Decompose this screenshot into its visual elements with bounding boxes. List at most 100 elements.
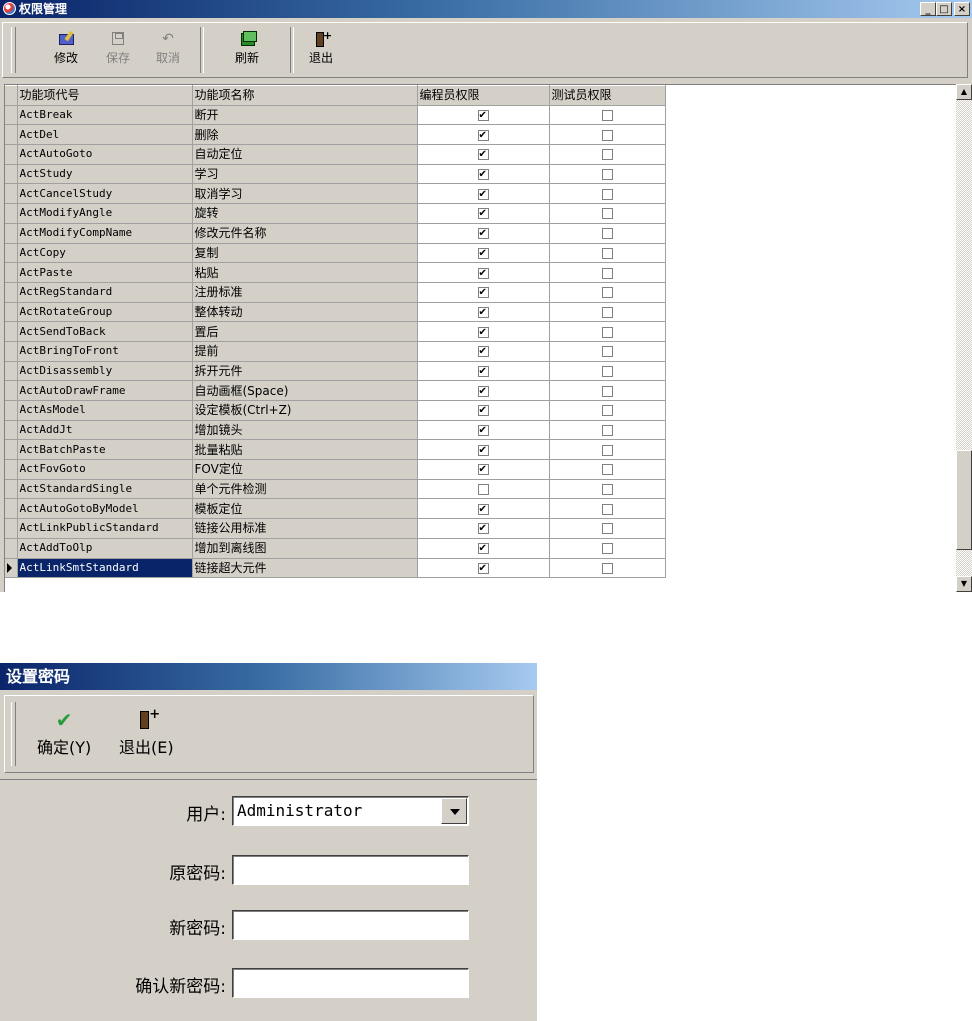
tester-permission-checkbox[interactable]: [601, 405, 613, 417]
tester-permission-checkbox[interactable]: [601, 228, 613, 240]
cell-tester-permission[interactable]: [549, 105, 666, 126]
tester-permission-checkbox[interactable]: [601, 287, 613, 299]
refresh-button[interactable]: 刷新: [222, 31, 272, 66]
programmer-permission-checkbox[interactable]: [477, 245, 489, 262]
scroll-thumb[interactable]: [956, 449, 972, 550]
new-password-field[interactable]: [232, 910, 469, 940]
cell-programmer-permission[interactable]: [417, 183, 550, 205]
cell-name[interactable]: 粘贴: [192, 262, 418, 283]
cancel-button[interactable]: ↶ 取消: [143, 31, 193, 66]
cell-programmer-permission[interactable]: [417, 479, 550, 500]
cell-code[interactable]: ActModifyAngle: [17, 203, 193, 224]
cell-code[interactable]: ActSendToBack: [17, 321, 193, 342]
user-select[interactable]: Administrator: [232, 796, 469, 826]
cell-name[interactable]: 断开: [192, 105, 418, 126]
table-row[interactable]: ActStudy 学习: [5, 164, 666, 185]
cell-code[interactable]: ActBringToFront: [17, 341, 193, 362]
cell-code[interactable]: ActAddJt: [17, 420, 193, 441]
programmer-permission-checkbox[interactable]: [477, 324, 489, 340]
cell-tester-permission[interactable]: [549, 164, 666, 185]
cell-programmer-permission[interactable]: [417, 105, 550, 126]
cell-code[interactable]: ActAutoGotoByModel: [17, 498, 193, 520]
cell-name[interactable]: 取消学习: [192, 183, 418, 205]
tester-permission-checkbox[interactable]: [601, 326, 613, 338]
cell-name[interactable]: 模板定位: [192, 498, 418, 520]
cell-programmer-permission[interactable]: [417, 400, 550, 421]
old-password-field[interactable]: [232, 855, 469, 885]
cell-programmer-permission[interactable]: [417, 164, 550, 185]
cell-name[interactable]: FOV定位: [192, 459, 418, 480]
cell-programmer-permission[interactable]: [417, 302, 550, 323]
tester-permission-checkbox[interactable]: [601, 464, 613, 476]
vertical-scrollbar[interactable]: ▲ ▼: [956, 84, 972, 592]
tester-permission-checkbox[interactable]: [601, 523, 613, 535]
tester-permission-checkbox[interactable]: [601, 484, 613, 496]
cell-tester-permission[interactable]: [549, 538, 666, 559]
cell-code[interactable]: ActAutoDrawFrame: [17, 380, 193, 401]
tester-permission-checkbox[interactable]: [601, 444, 613, 456]
exit-button[interactable]: 退出(E): [119, 707, 174, 758]
cell-code[interactable]: ActModifyCompName: [17, 223, 193, 244]
table-row[interactable]: ActAutoGoto 自动定位: [5, 144, 666, 165]
cell-code[interactable]: ActDel: [17, 124, 193, 146]
programmer-permission-checkbox[interactable]: [477, 127, 489, 144]
cell-tester-permission[interactable]: [549, 558, 666, 579]
chevron-down-icon[interactable]: [441, 798, 467, 824]
tester-permission-checkbox[interactable]: [601, 110, 613, 122]
save-button[interactable]: 保存: [93, 31, 143, 66]
programmer-permission-checkbox[interactable]: [477, 540, 489, 557]
tester-permission-checkbox[interactable]: [601, 188, 613, 200]
cell-code[interactable]: ActRotateGroup: [17, 302, 193, 323]
tester-permission-checkbox[interactable]: [601, 425, 613, 437]
cell-name[interactable]: 链接超大元件: [192, 558, 418, 579]
cell-code[interactable]: ActCopy: [17, 243, 193, 264]
cell-code[interactable]: ActAddToOlp: [17, 538, 193, 559]
programmer-permission-checkbox[interactable]: [477, 166, 489, 183]
cell-tester-permission[interactable]: [549, 420, 666, 441]
tester-permission-checkbox[interactable]: [601, 503, 613, 515]
cell-code[interactable]: ActBreak: [17, 105, 193, 126]
column-header-programmer[interactable]: 编程员权限: [417, 85, 550, 106]
cell-name[interactable]: 提前: [192, 341, 418, 362]
table-row[interactable]: ActFovGoto FOV定位: [5, 459, 666, 480]
toolbar-grip[interactable]: [11, 27, 16, 73]
tester-permission-checkbox[interactable]: [601, 562, 613, 574]
cell-programmer-permission[interactable]: [417, 439, 550, 461]
table-row[interactable]: ActLinkSmtStandard 链接超大元件: [5, 558, 666, 579]
table-row[interactable]: ActBatchPaste 批量粘贴: [5, 439, 666, 461]
cell-tester-permission[interactable]: [549, 380, 666, 401]
cell-code[interactable]: ActBatchPaste: [17, 439, 193, 461]
table-row[interactable]: ActAutoGotoByModel 模板定位: [5, 498, 666, 520]
scroll-down-button[interactable]: ▼: [956, 576, 972, 592]
table-row[interactable]: ActSendToBack 置后: [5, 321, 666, 342]
table-row[interactable]: ActStandardSingle 单个元件检测: [5, 479, 666, 500]
cell-tester-permission[interactable]: [549, 439, 666, 461]
cell-code[interactable]: ActStandardSingle: [17, 479, 193, 500]
tester-permission-checkbox[interactable]: [601, 385, 613, 397]
column-header-name[interactable]: 功能项名称: [192, 85, 418, 106]
cell-programmer-permission[interactable]: [417, 558, 550, 579]
cell-code[interactable]: ActStudy: [17, 164, 193, 185]
cell-programmer-permission[interactable]: [417, 321, 550, 342]
cell-code[interactable]: ActLinkSmtStandard: [17, 558, 193, 579]
cell-tester-permission[interactable]: [549, 498, 666, 520]
programmer-permission-checkbox[interactable]: [477, 402, 489, 419]
cell-name[interactable]: 单个元件检测: [192, 479, 418, 500]
table-row[interactable]: ActCancelStudy 取消学习: [5, 183, 666, 205]
edit-button[interactable]: 修改: [41, 31, 91, 66]
cell-code[interactable]: ActAutoGoto: [17, 144, 193, 165]
cell-name[interactable]: 注册标准: [192, 282, 418, 303]
cell-name[interactable]: 复制: [192, 243, 418, 264]
cell-name[interactable]: 拆开元件: [192, 361, 418, 382]
programmer-permission-checkbox[interactable]: [477, 186, 489, 203]
tester-permission-checkbox[interactable]: [601, 129, 613, 141]
cell-name[interactable]: 学习: [192, 164, 418, 185]
tester-permission-checkbox[interactable]: [601, 208, 613, 220]
table-row[interactable]: ActAddToOlp 增加到离线图: [5, 538, 666, 559]
programmer-permission-checkbox[interactable]: [477, 520, 489, 537]
programmer-permission-checkbox[interactable]: [477, 107, 489, 124]
cell-code[interactable]: ActLinkPublicStandard: [17, 518, 193, 539]
cell-tester-permission[interactable]: [549, 223, 666, 244]
exit-button[interactable]: 退出: [296, 29, 346, 66]
cell-name[interactable]: 删除: [192, 124, 418, 146]
